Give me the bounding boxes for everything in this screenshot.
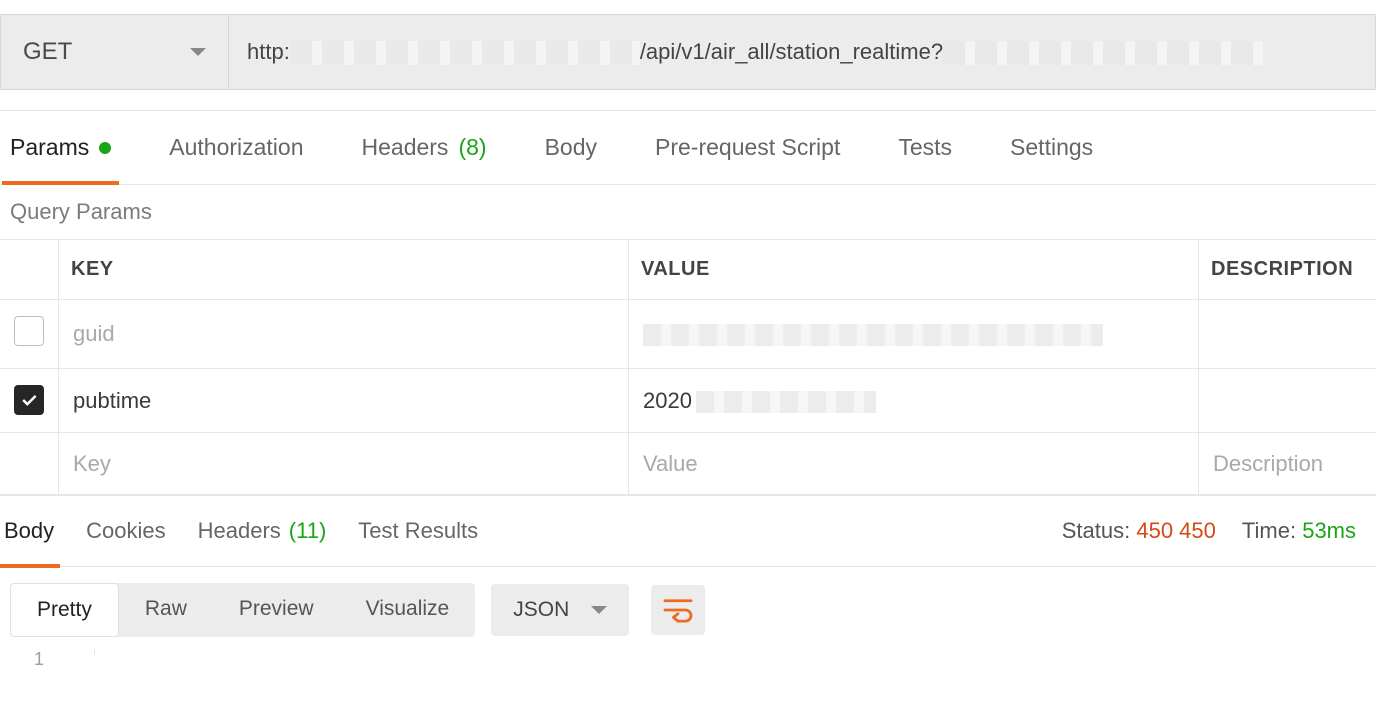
resp-tab-cookies[interactable]: Cookies <box>86 495 165 567</box>
tab-headers[interactable]: Headers (8) <box>362 111 487 184</box>
resp-headers-label: Headers <box>198 518 281 544</box>
tab-prerequest[interactable]: Pre-request Script <box>655 111 840 184</box>
tab-body[interactable]: Body <box>545 111 597 184</box>
tab-params[interactable]: Params <box>10 111 111 184</box>
status-label: Status: <box>1062 518 1130 543</box>
chevron-down-icon <box>591 606 607 614</box>
redacted-host <box>290 41 640 65</box>
tab-params-label: Params <box>10 134 89 161</box>
line-number: 1 <box>34 649 44 670</box>
status-value: 450 450 <box>1136 518 1216 543</box>
col-description-header: DESCRIPTION <box>1199 240 1376 300</box>
table-row: guid <box>0 300 1376 369</box>
col-key-header: KEY <box>59 240 629 300</box>
param-key-cell[interactable]: pubtime <box>59 369 629 433</box>
format-segment: Pretty Raw Preview Visualize <box>10 583 475 637</box>
chevron-down-icon <box>190 48 206 56</box>
row-checkbox[interactable] <box>14 385 44 415</box>
request-url-bar: GET http: /api/v1/air_all/station_realtim… <box>0 14 1376 90</box>
language-label: JSON <box>513 598 569 622</box>
param-value-text: 2020 <box>643 388 692 413</box>
url-text: http: /api/v1/air_all/station_realtime? <box>247 39 1263 65</box>
resp-tab-headers[interactable]: Headers (11) <box>198 495 327 567</box>
param-value-cell[interactable]: 2020 <box>629 369 1199 433</box>
param-key-input[interactable]: Key <box>59 433 629 495</box>
check-icon <box>19 390 39 410</box>
wrap-lines-button[interactable] <box>651 585 705 635</box>
tab-headers-count: (8) <box>458 134 486 161</box>
format-preview[interactable]: Preview <box>213 583 340 637</box>
tab-settings[interactable]: Settings <box>1010 111 1093 184</box>
tab-tests[interactable]: Tests <box>898 111 952 184</box>
param-value-cell[interactable] <box>629 300 1199 369</box>
method-label: GET <box>23 38 72 66</box>
response-body[interactable]: 1 <box>0 639 1376 670</box>
format-raw[interactable]: Raw <box>119 583 213 637</box>
response-format-row: Pretty Raw Preview Visualize JSON <box>0 567 1376 639</box>
col-checkbox-header <box>0 240 59 300</box>
format-pretty[interactable]: Pretty <box>10 583 119 637</box>
row-checkbox[interactable] <box>14 316 44 346</box>
url-path: /api/v1/air_all/station_realtime? <box>640 39 943 64</box>
resp-tab-test-results[interactable]: Test Results <box>358 495 478 567</box>
param-desc-cell[interactable] <box>1199 369 1376 433</box>
wrap-icon <box>663 597 693 623</box>
col-value-header: VALUE <box>629 240 1199 300</box>
redacted-query <box>943 41 1263 65</box>
param-desc-input[interactable]: Description <box>1199 433 1376 495</box>
time-block: Time: 53ms <box>1242 518 1356 544</box>
time-label: Time: <box>1242 518 1296 543</box>
resp-headers-count: (11) <box>289 518 327 544</box>
param-desc-cell[interactable] <box>1199 300 1376 369</box>
table-row-new: Key Value Description <box>0 433 1376 495</box>
request-tabs: Params Authorization Headers (8) Body Pr… <box>0 110 1376 185</box>
format-visualize[interactable]: Visualize <box>340 583 476 637</box>
status-block: Status: 450 450 <box>1062 518 1216 544</box>
redacted-value <box>696 391 876 413</box>
url-input[interactable]: http: /api/v1/air_all/station_realtime? <box>229 15 1375 89</box>
language-select[interactable]: JSON <box>491 584 629 636</box>
resp-tab-body[interactable]: Body <box>4 495 54 567</box>
response-meta: Status: 450 450 Time: 53ms <box>1062 518 1376 544</box>
active-dot-icon <box>99 142 111 154</box>
method-select[interactable]: GET <box>1 15 229 89</box>
tab-authorization[interactable]: Authorization <box>169 111 303 184</box>
param-value-input[interactable]: Value <box>629 433 1199 495</box>
json-line <box>94 649 1376 655</box>
time-value: 53ms <box>1302 518 1356 543</box>
params-table: KEY VALUE DESCRIPTION guid pubtime <box>0 239 1376 495</box>
table-row: pubtime 2020 <box>0 369 1376 433</box>
redacted-value <box>643 324 1103 346</box>
response-tabs: Body Cookies Headers (11) Test Results S… <box>0 495 1376 567</box>
param-key-cell[interactable]: guid <box>59 300 629 369</box>
tab-headers-label: Headers <box>362 134 449 161</box>
url-scheme: http: <box>247 39 290 64</box>
query-params-heading: Query Params <box>0 185 1376 239</box>
